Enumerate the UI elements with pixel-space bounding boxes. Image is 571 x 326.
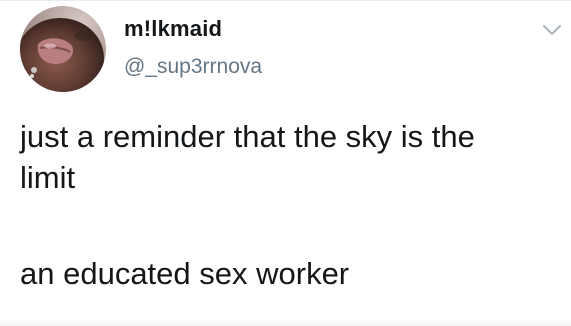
avatar[interactable] — [20, 6, 106, 92]
user-handle[interactable]: @_sup3rrnova — [124, 55, 262, 79]
display-name[interactable]: m!lkmaid — [124, 16, 222, 42]
tweet-card: m!lkmaid @_sup3rrnova just a reminder th… — [0, 0, 571, 326]
tweet-text-line: just a reminder that the sky is the — [20, 119, 475, 154]
chevron-down-icon[interactable] — [541, 22, 563, 38]
profile-photo-icon — [20, 6, 106, 92]
tweet-text-line: limit — [20, 160, 76, 195]
divider — [0, 0, 571, 1]
tweet-text-line: an educated sex worker — [20, 256, 350, 291]
bottom-divider — [0, 320, 571, 326]
